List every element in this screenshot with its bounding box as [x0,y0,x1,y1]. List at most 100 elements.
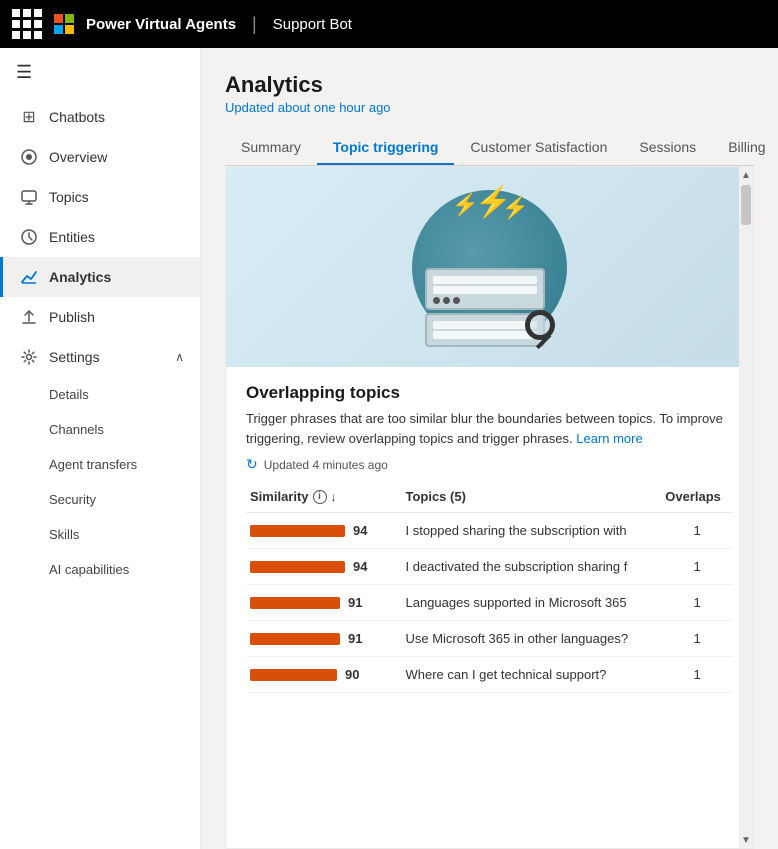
sidebar-sub-label: Details [49,387,89,402]
magnifier-icon [525,310,570,355]
overlap-description: Trigger phrases that are too similar blu… [246,409,733,448]
th-overlaps-label: Overlaps [665,489,721,504]
scrollbar: ▲ ▼ [739,167,753,848]
overlaps-cell: 1 [661,549,733,585]
sidebar-sub-label: Skills [49,527,79,542]
sidebar-subitem-security[interactable]: Security [0,482,200,517]
main-content: Analytics Updated about one hour ago Sum… [201,48,778,849]
tab-billing[interactable]: Billing [712,131,778,165]
similarity-bar [250,669,337,681]
sidebar-sub-label: AI capabilities [49,562,129,577]
sidebar-item-label: Chatbots [49,109,105,125]
similarity-cell: 91 [246,585,401,621]
server-box-1 [425,268,545,310]
table-row[interactable]: 90 Where can I get technical support? 1 [246,657,733,693]
similarity-value: 91 [348,595,362,610]
similarity-cell: 94 [246,513,401,549]
sidebar-item-overview[interactable]: Overview [0,137,200,177]
overlaps-cell: 1 [661,657,733,693]
scroll-track [739,183,753,832]
overlaps-cell: 1 [661,513,733,549]
sidebar-item-analytics[interactable]: Analytics [0,257,200,297]
publish-icon [19,307,39,327]
refresh-icon: ↻ [246,456,258,473]
sidebar-item-label: Entities [49,229,95,245]
scroll-thumb[interactable] [741,185,751,225]
overlaps-cell: 1 [661,585,733,621]
updated-row: ↻ Updated 4 minutes ago [246,456,733,473]
topics-table: Similarity i ↓ Topics (5) Overlaps [246,481,733,693]
sidebar-subitem-ai-capabilities[interactable]: AI capabilities [0,552,200,587]
hamburger-button[interactable]: ☰ [0,48,200,97]
th-similarity-label: Similarity [250,489,309,504]
sort-icon[interactable]: ↓ [331,490,337,504]
similarity-value: 94 [353,559,367,574]
sidebar-item-settings[interactable]: Settings ∧ [0,337,200,377]
similarity-info-icon[interactable]: i [313,490,327,504]
sidebar-sub-label: Channels [49,422,104,437]
topic-cell[interactable]: I deactivated the subscription sharing f [401,549,661,585]
scroll-up-button[interactable]: ▲ [739,167,753,183]
overlap-title: Overlapping topics [246,383,733,403]
sidebar-item-label: Topics [49,189,89,205]
similarity-bar [250,561,345,573]
tab-topic-triggering[interactable]: Topic triggering [317,131,455,165]
sidebar-item-chatbots[interactable]: ⊞ Chatbots [0,97,200,137]
sidebar-item-topics[interactable]: Topics [0,177,200,217]
app-title: Power Virtual Agents [86,16,236,33]
th-overlaps: Overlaps [661,481,733,513]
learn-more-link[interactable]: Learn more [576,431,642,446]
sidebar-sub-label: Security [49,492,96,507]
page-title: Analytics [225,72,754,98]
sidebar-item-label: Analytics [49,269,111,285]
microsoft-logo [54,14,74,34]
page-subtitle: Updated about one hour ago [225,100,754,115]
tab-summary[interactable]: Summary [225,131,317,165]
table-row[interactable]: 94 I deactivated the subscription sharin… [246,549,733,585]
settings-chevron-icon: ∧ [175,350,184,364]
sidebar-subitem-details[interactable]: Details [0,377,200,412]
overlaps-cell: 1 [661,621,733,657]
sidebar-item-publish[interactable]: Publish [0,297,200,337]
similarity-bar [250,525,345,537]
topic-cell[interactable]: Where can I get technical support? [401,657,661,693]
similarity-cell: 94 [246,549,401,585]
similarity-value: 94 [353,523,367,538]
sidebar: ☰ ⊞ Chatbots Overview Topics Entities [0,48,201,849]
entities-icon [19,227,39,247]
th-topics: Topics (5) [401,481,661,513]
topic-cell[interactable]: I stopped sharing the subscription with [401,513,661,549]
updated-text: Updated 4 minutes ago [264,458,388,472]
th-topics-label: Topics (5) [405,489,465,504]
topics-icon [19,187,39,207]
app-grid-icon[interactable] [12,9,42,39]
scroll-down-button[interactable]: ▼ [739,832,753,848]
chatbots-icon: ⊞ [19,107,39,127]
table-row[interactable]: 91 Languages supported in Microsoft 365 … [246,585,733,621]
sidebar-item-entities[interactable]: Entities [0,217,200,257]
sidebar-subitem-agent-transfers[interactable]: Agent transfers [0,447,200,482]
sidebar-sub-label: Agent transfers [49,457,137,472]
topic-triggering-card: ⚡ ⚡ ⚡ [225,166,754,849]
topic-cell[interactable]: Use Microsoft 365 in other languages? [401,621,661,657]
tab-sessions[interactable]: Sessions [623,131,712,165]
sidebar-subitem-skills[interactable]: Skills [0,517,200,552]
similarity-cell: 90 [246,657,401,693]
nav-separator: | [252,14,257,35]
settings-icon [19,347,39,367]
lightning-right-icon: ⚡ [502,195,529,221]
tab-customer-satisfaction[interactable]: Customer Satisfaction [454,131,623,165]
table-row[interactable]: 91 Use Microsoft 365 in other languages?… [246,621,733,657]
sidebar-subitem-channels[interactable]: Channels [0,412,200,447]
analytics-icon [19,267,39,287]
bot-name: Support Bot [273,16,352,33]
topic-cell[interactable]: Languages supported in Microsoft 365 [401,585,661,621]
similarity-cell: 91 [246,621,401,657]
similarity-value: 91 [348,631,362,646]
topics-table-container[interactable]: Similarity i ↓ Topics (5) Overlaps [226,481,753,848]
table-row[interactable]: 94 I stopped sharing the subscription wi… [246,513,733,549]
illustration-graphic: ⚡ ⚡ ⚡ [390,180,590,355]
sidebar-item-label: Publish [49,309,95,325]
content-area: Analytics Updated about one hour ago Sum… [201,48,778,849]
overview-icon [19,147,39,167]
